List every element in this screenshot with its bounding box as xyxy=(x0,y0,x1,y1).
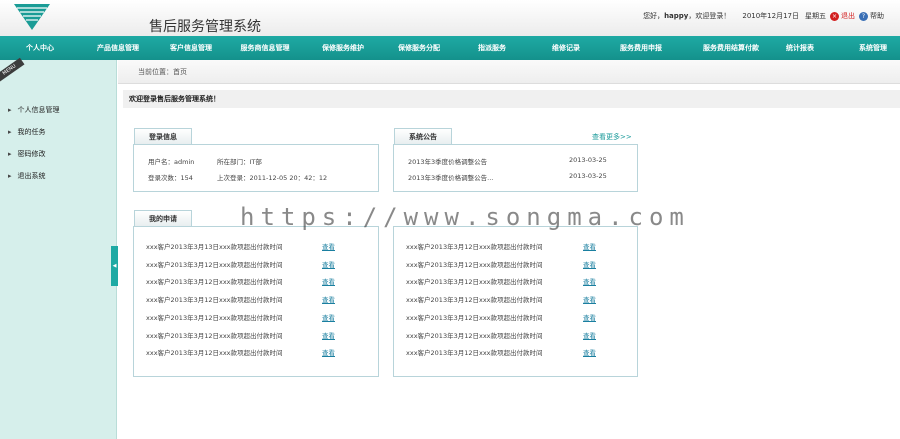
nav-item-personal[interactable]: 个人中心 xyxy=(26,36,54,60)
request-item: xxx客户2013年3月12日xxx款项超出付款时间 xyxy=(406,349,543,357)
sidebar-item-tasks[interactable]: 我的任务 xyxy=(8,127,46,137)
nav-item-records[interactable]: 维修记录 xyxy=(552,36,580,60)
nav-item-system[interactable]: 系统管理 xyxy=(859,36,887,60)
request-view-link[interactable]: 查看 xyxy=(322,312,335,322)
request-view-link[interactable]: 查看 xyxy=(583,276,596,286)
header: 售后服务管理系统 您好， happy ，欢迎登录！ 2010年12月17日 星期… xyxy=(0,0,900,36)
nav-item-product[interactable]: 产品信息管理 xyxy=(97,36,139,60)
nav-item-customer[interactable]: 客户信息管理 xyxy=(170,36,212,60)
nav-item-repair-maintain[interactable]: 保修服务维护 xyxy=(322,36,364,60)
system-title: 售后服务管理系统 xyxy=(149,19,261,35)
request-view-link[interactable]: 查看 xyxy=(583,347,596,357)
requests-panel-right: xxx客户2013年3月12日xxx款项超出付款时间 查看 xxx客户2013年… xyxy=(393,226,638,377)
breadcrumb: 当前位置：首页 xyxy=(118,60,900,84)
login-info-panel: 用户名：admin 所在部门：IT部 登录次数：154 上次登录：2011-12… xyxy=(133,144,379,192)
current-date: 2010年12月17日 xyxy=(742,12,799,20)
request-view-link[interactable]: 查看 xyxy=(322,330,335,340)
nav-item-fee-report[interactable]: 服务费用申报 xyxy=(620,36,662,60)
request-view-link[interactable]: 查看 xyxy=(583,259,596,269)
login-count: 登录次数：154 xyxy=(148,174,193,182)
main-content: 当前位置：首页 欢迎登录售后服务管理系统！ 登录信息 用户名：admin 所在部… xyxy=(118,60,900,439)
request-item: xxx客户2013年3月13日xxx款项超出付款时间 xyxy=(146,243,283,251)
top-nav: 个人中心 产品信息管理 客户信息管理 服务商信息管理 保修服务维护 保修服务分配… xyxy=(0,36,900,60)
login-username: 用户名：admin xyxy=(148,158,195,166)
sidebar-collapse-handle[interactable]: ◀ xyxy=(111,246,118,286)
notice-panel: 2013年3季度价格调整公告 2013-03-25 2013年3季度价格调整公告… xyxy=(393,144,638,192)
tab-my-requests: 我的申请 xyxy=(134,210,192,226)
welcome-banner: 欢迎登录售后服务管理系统！ xyxy=(123,90,900,108)
login-department: 所在部门：IT部 xyxy=(217,158,262,166)
request-item: xxx客户2013年3月12日xxx款项超出付款时间 xyxy=(406,314,543,322)
nav-item-repair-assign[interactable]: 保修服务分配 xyxy=(398,36,440,60)
nav-item-fee-settle[interactable]: 服务费用结算付款 xyxy=(703,36,759,60)
logout-link[interactable]: 退出 xyxy=(841,11,855,21)
sidebar: MENU 个人信息管理 我的任务 密码修改 退出系统 xyxy=(0,57,117,439)
request-item: xxx客户2013年3月12日xxx款项超出付款时间 xyxy=(406,296,543,304)
request-view-link[interactable]: 查看 xyxy=(322,259,335,269)
request-item: xxx客户2013年3月12日xxx款项超出付款时间 xyxy=(406,243,543,251)
nav-item-statistics[interactable]: 统计报表 xyxy=(786,36,814,60)
request-item: xxx客户2013年3月12日xxx款项超出付款时间 xyxy=(146,314,283,322)
help-icon[interactable]: ? xyxy=(859,11,868,21)
weekday: 星期五 xyxy=(805,12,826,20)
request-view-link[interactable]: 查看 xyxy=(322,241,335,251)
request-view-link[interactable]: 查看 xyxy=(583,294,596,304)
greeting-prefix: 您好， xyxy=(643,12,665,20)
logo-icon xyxy=(14,4,50,30)
request-item: xxx客户2013年3月12日xxx款项超出付款时间 xyxy=(146,278,283,286)
notice-title[interactable]: 2013年3季度价格调整公告... xyxy=(408,172,493,182)
logout-icon[interactable]: × xyxy=(830,11,839,21)
notice-date: 2013-03-25 xyxy=(569,156,607,164)
tab-login-info: 登录信息 xyxy=(134,128,192,144)
request-item: xxx客户2013年3月12日xxx款项超出付款时间 xyxy=(146,332,283,340)
greeting-suffix: ，欢迎登录！ xyxy=(688,12,731,20)
request-item: xxx客户2013年3月12日xxx款项超出付款时间 xyxy=(406,278,543,286)
request-item: xxx客户2013年3月12日xxx款项超出付款时间 xyxy=(146,349,283,357)
username: happy xyxy=(664,12,689,20)
request-item: xxx客户2013年3月12日xxx款项超出付款时间 xyxy=(146,296,283,304)
login-last-time: 上次登录：2011-12-05 20：42：12 xyxy=(217,174,328,182)
help-link[interactable]: 帮助 xyxy=(870,11,884,21)
request-view-link[interactable]: 查看 xyxy=(583,330,596,340)
request-view-link[interactable]: 查看 xyxy=(583,312,596,322)
tab-system-notice: 系统公告 xyxy=(394,128,452,144)
request-item: xxx客户2013年3月12日xxx款项超出付款时间 xyxy=(146,261,283,269)
request-view-link[interactable]: 查看 xyxy=(322,276,335,286)
request-item: xxx客户2013年3月12日xxx款项超出付款时间 xyxy=(406,332,543,340)
notice-date: 2013-03-25 xyxy=(569,172,607,180)
more-notices-link[interactable]: 查看更多>> xyxy=(592,132,632,142)
notice-title[interactable]: 2013年3季度价格调整公告 xyxy=(408,156,487,166)
request-view-link[interactable]: 查看 xyxy=(322,347,335,357)
request-view-link[interactable]: 查看 xyxy=(583,241,596,251)
request-item: xxx客户2013年3月12日xxx款项超出付款时间 xyxy=(406,261,543,269)
sidebar-item-password[interactable]: 密码修改 xyxy=(8,149,46,159)
requests-panel-left: xxx客户2013年3月13日xxx款项超出付款时间 查看 xxx客户2013年… xyxy=(133,226,379,377)
user-bar: 您好， happy ，欢迎登录！ 2010年12月17日 星期五 × 退出 ? … xyxy=(643,11,884,21)
sidebar-item-profile[interactable]: 个人信息管理 xyxy=(8,105,60,115)
request-view-link[interactable]: 查看 xyxy=(322,294,335,304)
menu-tag: MENU xyxy=(0,57,25,83)
nav-item-dispatch[interactable]: 指派服务 xyxy=(478,36,506,60)
sidebar-item-logout[interactable]: 退出系统 xyxy=(8,171,46,181)
nav-item-provider[interactable]: 服务商信息管理 xyxy=(241,36,290,60)
